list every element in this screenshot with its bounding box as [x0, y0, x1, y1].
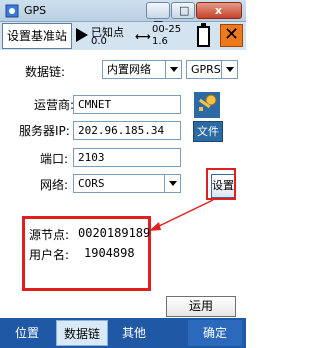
app-icon	[5, 4, 19, 18]
source-node-label: 源节点:	[29, 228, 70, 242]
window-title: GPS	[24, 4, 47, 17]
operator-field[interactable]: CMNET	[73, 95, 181, 114]
age-bottom-text: 1.6	[152, 36, 168, 47]
status-row: 设置基准站 已知点 0.0 ⟷ 00-25 1.6 ✕	[0, 22, 246, 50]
bottom-tab-bar: 位置 数据链 其他 确定	[0, 318, 246, 348]
operator-label: 运营商:	[34, 98, 75, 112]
datalink-mode-value: GPRS	[191, 63, 221, 76]
network-label: 网络:	[40, 178, 69, 192]
server-ip-label: 服务器IP:	[19, 124, 70, 138]
file-button[interactable]: 文件	[193, 121, 223, 142]
close-icon[interactable]: ✕	[220, 24, 243, 47]
datalink-label: 数据链:	[25, 65, 66, 79]
username-label: 用户名:	[29, 248, 70, 262]
window-close-icon: x	[215, 4, 223, 17]
chevron-down-icon	[221, 61, 237, 78]
battery-icon	[197, 23, 210, 47]
title-bar: GPS ▁ □ x	[0, 0, 246, 22]
datalink-select-value: 内置网络	[107, 63, 151, 76]
datalink-mode-select[interactable]: GPRS	[186, 60, 238, 79]
port-label: 端口:	[40, 152, 69, 166]
age-top-text: 00-25	[152, 24, 182, 35]
port-field[interactable]: 2103	[73, 148, 181, 167]
chevron-down-icon	[164, 175, 180, 192]
minimize-button[interactable]: ▁	[146, 2, 170, 23]
network-select-value: CORS	[78, 177, 105, 190]
apply-button[interactable]: 运用	[166, 296, 236, 317]
maximize-button[interactable]: □	[171, 2, 195, 19]
server-ip-field[interactable]: 202.96.185.34	[73, 121, 181, 140]
username-value: 1904898	[84, 246, 135, 260]
solution-status-icon	[76, 28, 88, 42]
source-node-value: 0020189189	[78, 226, 151, 240]
key-icon[interactable]	[194, 92, 220, 118]
tab-position[interactable]: 位置	[4, 320, 50, 346]
chevron-down-icon	[165, 61, 181, 78]
datalink-link-icon: ⟷	[135, 30, 151, 43]
minimize-icon: ▁	[154, 10, 163, 23]
maximize-icon: □	[179, 4, 190, 17]
base-station-button[interactable]: 设置基准站	[2, 23, 72, 49]
window-close-button[interactable]: x	[196, 2, 242, 19]
tab-confirm[interactable]: 确定	[188, 320, 242, 346]
datalink-select[interactable]: 内置网络	[102, 60, 182, 79]
tab-other[interactable]: 其他	[112, 320, 156, 346]
solution-value: 0.0	[91, 36, 107, 47]
network-select[interactable]: CORS	[73, 174, 181, 193]
tab-datalink[interactable]: 数据链	[56, 320, 108, 346]
